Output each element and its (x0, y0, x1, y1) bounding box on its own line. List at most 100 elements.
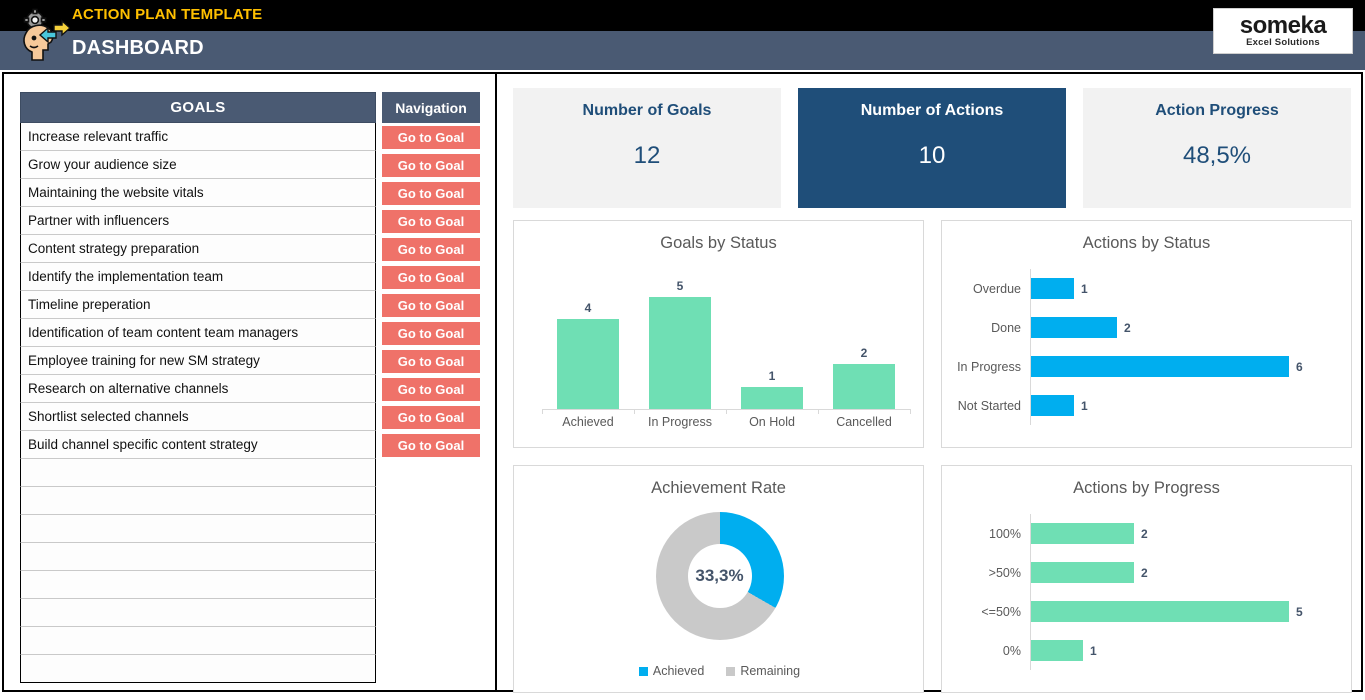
table-row: Employee training for new SM strategy Go … (20, 347, 480, 375)
bar-value-label: 1 (768, 369, 776, 383)
navigation-cell: Go to Goal (382, 347, 480, 375)
navigation-cell: Go to Goal (382, 431, 480, 459)
goal-name-cell (20, 655, 376, 683)
kpi-card: Number of Actions 10 (798, 88, 1066, 208)
goal-name-cell: Increase relevant traffic (20, 123, 376, 151)
go-to-goal-button[interactable]: Go to Goal (382, 209, 480, 233)
go-to-goal-button[interactable]: Go to Goal (382, 293, 480, 317)
table-row: Timeline preperation Go to Goal (20, 291, 480, 319)
go-to-goal-button[interactable]: Go to Goal (382, 237, 480, 261)
goal-name-cell (20, 599, 376, 627)
category-label: Done (991, 320, 1021, 335)
logo-word-text: someka (1239, 12, 1327, 39)
axis-tick (818, 409, 819, 414)
bar-row: 100% 2 (956, 514, 1344, 553)
go-to-goal-button[interactable]: Go to Goal (382, 153, 480, 177)
table-row: Partner with influencers Go to Goal (20, 207, 480, 235)
bar-track: 1 (1031, 269, 1344, 308)
navigation-column-header: Navigation (382, 92, 480, 123)
kpi-card: Number of Goals 12 (513, 88, 781, 208)
bar-track: 1 (1031, 386, 1344, 425)
bar-value-label: 2 (1141, 526, 1148, 541)
category-label: 0% (1002, 643, 1021, 658)
bar-fill (1031, 317, 1117, 338)
go-to-goal-button[interactable]: Go to Goal (382, 405, 480, 429)
bar-track: 5 (1031, 592, 1344, 631)
navigation-cell: Go to Goal (382, 207, 480, 235)
category-label: 100% (989, 526, 1021, 541)
bar-fill (1031, 356, 1289, 377)
go-to-goal-button[interactable]: Go to Goal (382, 377, 480, 401)
navigation-cell (382, 543, 480, 571)
kpi-card-row: Number of Goals 12 Number of Actions 10 Acti… (513, 88, 1353, 208)
table-row (20, 459, 480, 487)
go-to-goal-button[interactable]: Go to Goal (382, 433, 480, 457)
go-to-goal-button[interactable]: Go to Goal (382, 349, 480, 373)
page-title: DASHBOARD (72, 37, 204, 59)
goal-name-cell: Grow your audience size (20, 151, 376, 179)
bar-value-label: 2 (1141, 565, 1148, 580)
navigation-cell: Go to Goal (382, 123, 480, 151)
goals-column-header: GOALS (20, 92, 376, 123)
goal-name-cell (20, 571, 376, 599)
donut-center-value: 33,3% (695, 566, 744, 585)
legend-label: Achieved (652, 664, 705, 678)
navigation-cell (382, 599, 480, 627)
column-bar-group: 2 (818, 273, 910, 409)
axis-tick (634, 409, 635, 414)
chart-panel-goals-by-status: Goals by Status 4 5 1 2 Achieved In Progress… (513, 220, 924, 448)
bar-fill (1031, 523, 1134, 544)
table-row: Research on alternative channels Go to Go… (20, 375, 480, 403)
bar-row: Overdue 1 (956, 269, 1344, 308)
goal-name-cell (20, 627, 376, 655)
bar-track: 1 (1031, 631, 1344, 670)
column-bar-group: 5 (634, 273, 726, 409)
goal-name-cell: Identification of team content team mana… (20, 319, 376, 347)
vertical-divider (495, 74, 497, 690)
goal-name-cell (20, 515, 376, 543)
bar-value-label: 5 (1296, 604, 1303, 619)
axis-tick (726, 409, 727, 414)
category-label: In Progress (648, 415, 712, 429)
column-bar (557, 319, 619, 409)
logo-tagline: Excel Solutions (1246, 37, 1320, 48)
bar-row: >50% 2 (956, 553, 1344, 592)
kpi-value: 12 (633, 142, 661, 169)
table-row: Increase relevant traffic Go to Goal (20, 123, 480, 151)
navigation-cell (382, 627, 480, 655)
donut-legend: Achieved Remaining (514, 664, 925, 678)
chart-panel-achievement-rate: Achievement Rate 33,3% Achieved Remaining (513, 465, 924, 693)
category-label: Achieved (562, 415, 614, 429)
goal-name-cell (20, 459, 376, 487)
kpi-card: Action Progress 48,5% (1083, 88, 1351, 208)
chart-title-actions-by-progress: Actions by Progress (1073, 479, 1220, 497)
bar-value-label: 2 (860, 346, 868, 360)
column-bar-group: 4 (542, 273, 634, 409)
table-row (20, 487, 480, 515)
go-to-goal-button[interactable]: Go to Goal (382, 321, 480, 345)
category-label: <=50% (981, 604, 1021, 619)
navigation-cell: Go to Goal (382, 263, 480, 291)
donut-hole: 33,3% (687, 544, 752, 608)
goals-table-body: Increase relevant traffic Go to Goal Grow … (20, 123, 480, 683)
goal-name-cell: Identify the implementation team (20, 263, 376, 291)
navigation-cell (382, 515, 480, 543)
goal-name-cell: Build channel specific content strategy (20, 431, 376, 459)
go-to-goal-button[interactable]: Go to Goal (382, 265, 480, 289)
goal-name-cell: Timeline preperation (20, 291, 376, 319)
column-chart-category-labels: Achieved In Progress On Hold Cancelled (542, 415, 910, 429)
navigation-cell (382, 459, 480, 487)
bar-track: 2 (1031, 514, 1344, 553)
bar-track: 2 (1031, 553, 1344, 592)
goal-name-cell: Content strategy preparation (20, 235, 376, 263)
bar-fill (1031, 278, 1074, 299)
category-label: In Progress (957, 359, 1021, 374)
bar-value-label: 1 (1081, 281, 1088, 296)
go-to-goal-button[interactable]: Go to Goal (382, 125, 480, 149)
legend-swatch (726, 666, 736, 676)
category-label: >50% (988, 565, 1021, 580)
go-to-goal-button[interactable]: Go to Goal (382, 181, 480, 205)
bar-row: Done 2 (956, 308, 1344, 347)
navigation-cell: Go to Goal (382, 235, 480, 263)
dashboard-panels: Number of Goals 12 Number of Actions 10 Acti… (513, 88, 1353, 693)
